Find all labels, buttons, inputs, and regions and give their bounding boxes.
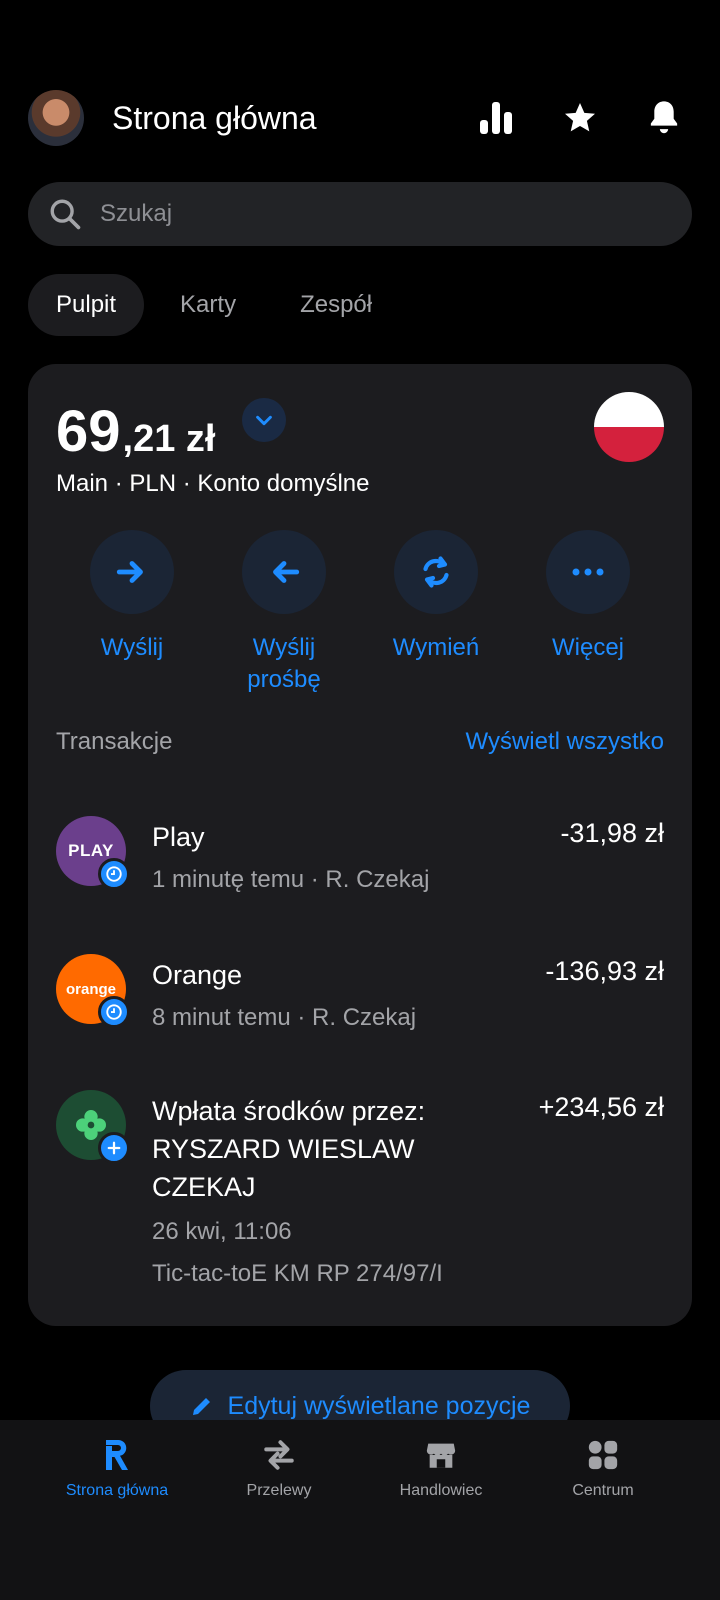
tab-bar: Pulpit Karty Zespół [28, 274, 400, 336]
page-title: Strona główna [112, 99, 317, 136]
more-label: Więcej [551, 634, 624, 661]
transaction-reference: Tic-tac-toE KM RP 274/97/I [152, 1260, 443, 1287]
exchange-label: Wymień [392, 634, 480, 661]
bell-icon[interactable] [636, 90, 692, 146]
arrow-left-icon [273, 561, 300, 583]
balance-integer: 69 [56, 399, 121, 464]
tab-zespol[interactable]: Zespół [272, 274, 400, 336]
tab-pulpit[interactable]: Pulpit [28, 274, 145, 336]
send-label: Wyślij [100, 634, 164, 661]
account-dropdown-button[interactable] [242, 398, 286, 442]
nav-trader-label: Handlowiec [399, 1482, 483, 1499]
more-icon [572, 568, 604, 576]
nav-hub[interactable]: Centrum [522, 1420, 684, 1600]
transaction-time: 1 minutę temu · R. Czekaj [152, 866, 430, 893]
transaction-amount: +234,56 zł [538, 1092, 664, 1122]
nav-transfers-label: Przelewy [246, 1482, 312, 1499]
header: Strona główna [28, 88, 692, 148]
search-bar[interactable] [28, 182, 692, 246]
tab-karty[interactable]: Karty [152, 274, 264, 336]
nav-transfers[interactable]: Przelewy [198, 1420, 360, 1600]
transaction-name: Play [152, 822, 205, 852]
edit-items-label: Edytuj wyświetlane pozycje [227, 1391, 531, 1420]
transactions-title: Transakcje [56, 728, 173, 755]
exchange-icon [423, 556, 449, 588]
balance[interactable]: 69 ,21 zł [56, 398, 215, 465]
nav-hub-label: Centrum [572, 1482, 634, 1499]
plus-icon [98, 1132, 130, 1164]
nav-trader[interactable]: Handlowiec [360, 1420, 522, 1600]
request-button[interactable]: Wyślij prośbę [208, 530, 360, 696]
transaction-row[interactable]: PLAY Play -31,98 zł 1 minutę temu · R. C… [56, 816, 664, 926]
transaction-amount: -31,98 zł [560, 818, 664, 848]
account-card: 69 ,21 zł Main · PLN · Konto domyślne Wy… [28, 364, 692, 1326]
request-label: Wyślij prośbę [247, 634, 321, 693]
transactions-header: Transakcje Wyświetl wszystko [56, 728, 664, 756]
search-input[interactable] [100, 200, 620, 228]
transaction-amount: -136,93 zł [545, 956, 664, 986]
search-icon [50, 199, 81, 230]
chevron-down-icon [256, 415, 272, 426]
transfer-arrows-icon [264, 1440, 294, 1470]
grid-apps-icon [588, 1440, 618, 1470]
clock-icon [98, 996, 130, 1028]
transaction-time: 8 minut temu · R. Czekaj [152, 1004, 417, 1031]
transaction-time: 26 kwi, 11:06 [152, 1218, 292, 1245]
bottom-nav: Strona główna Przelewy Handlowiec Centru… [0, 1420, 720, 1600]
nav-home[interactable]: Strona główna [36, 1420, 198, 1600]
stats-icon[interactable] [468, 90, 524, 146]
clock-icon [98, 858, 130, 890]
balance-decimal: ,21 zł [122, 418, 216, 460]
view-all-link[interactable]: Wyświetl wszystko [466, 728, 664, 756]
nav-home-label: Strona główna [65, 1482, 169, 1499]
quick-actions: Wyślij Wyślij prośbę Wymień Więcej [56, 530, 664, 696]
transaction-row[interactable]: orange Orange -136,93 zł 8 minut temu · … [56, 954, 664, 1064]
send-button[interactable]: Wyślij [56, 530, 208, 696]
account-subtitle: Main · PLN · Konto domyślne [56, 470, 370, 497]
transaction-name: Orange [152, 960, 243, 990]
transaction-name: Wpłata środków przez: RYSZARD WIESLAW CZ… [152, 1096, 426, 1202]
avatar[interactable] [28, 90, 84, 146]
revolut-r-icon [106, 1439, 128, 1470]
star-icon[interactable] [552, 90, 608, 146]
store-icon [426, 1443, 456, 1468]
exchange-button[interactable]: Wymień [360, 530, 512, 696]
more-button[interactable]: Więcej [512, 530, 664, 696]
arrow-right-icon [116, 561, 143, 583]
poland-flag[interactable] [594, 392, 664, 462]
transaction-row[interactable]: Wpłata środków przez: RYSZARD WIESLAW CZ… [56, 1090, 664, 1300]
pencil-icon [192, 1398, 210, 1415]
